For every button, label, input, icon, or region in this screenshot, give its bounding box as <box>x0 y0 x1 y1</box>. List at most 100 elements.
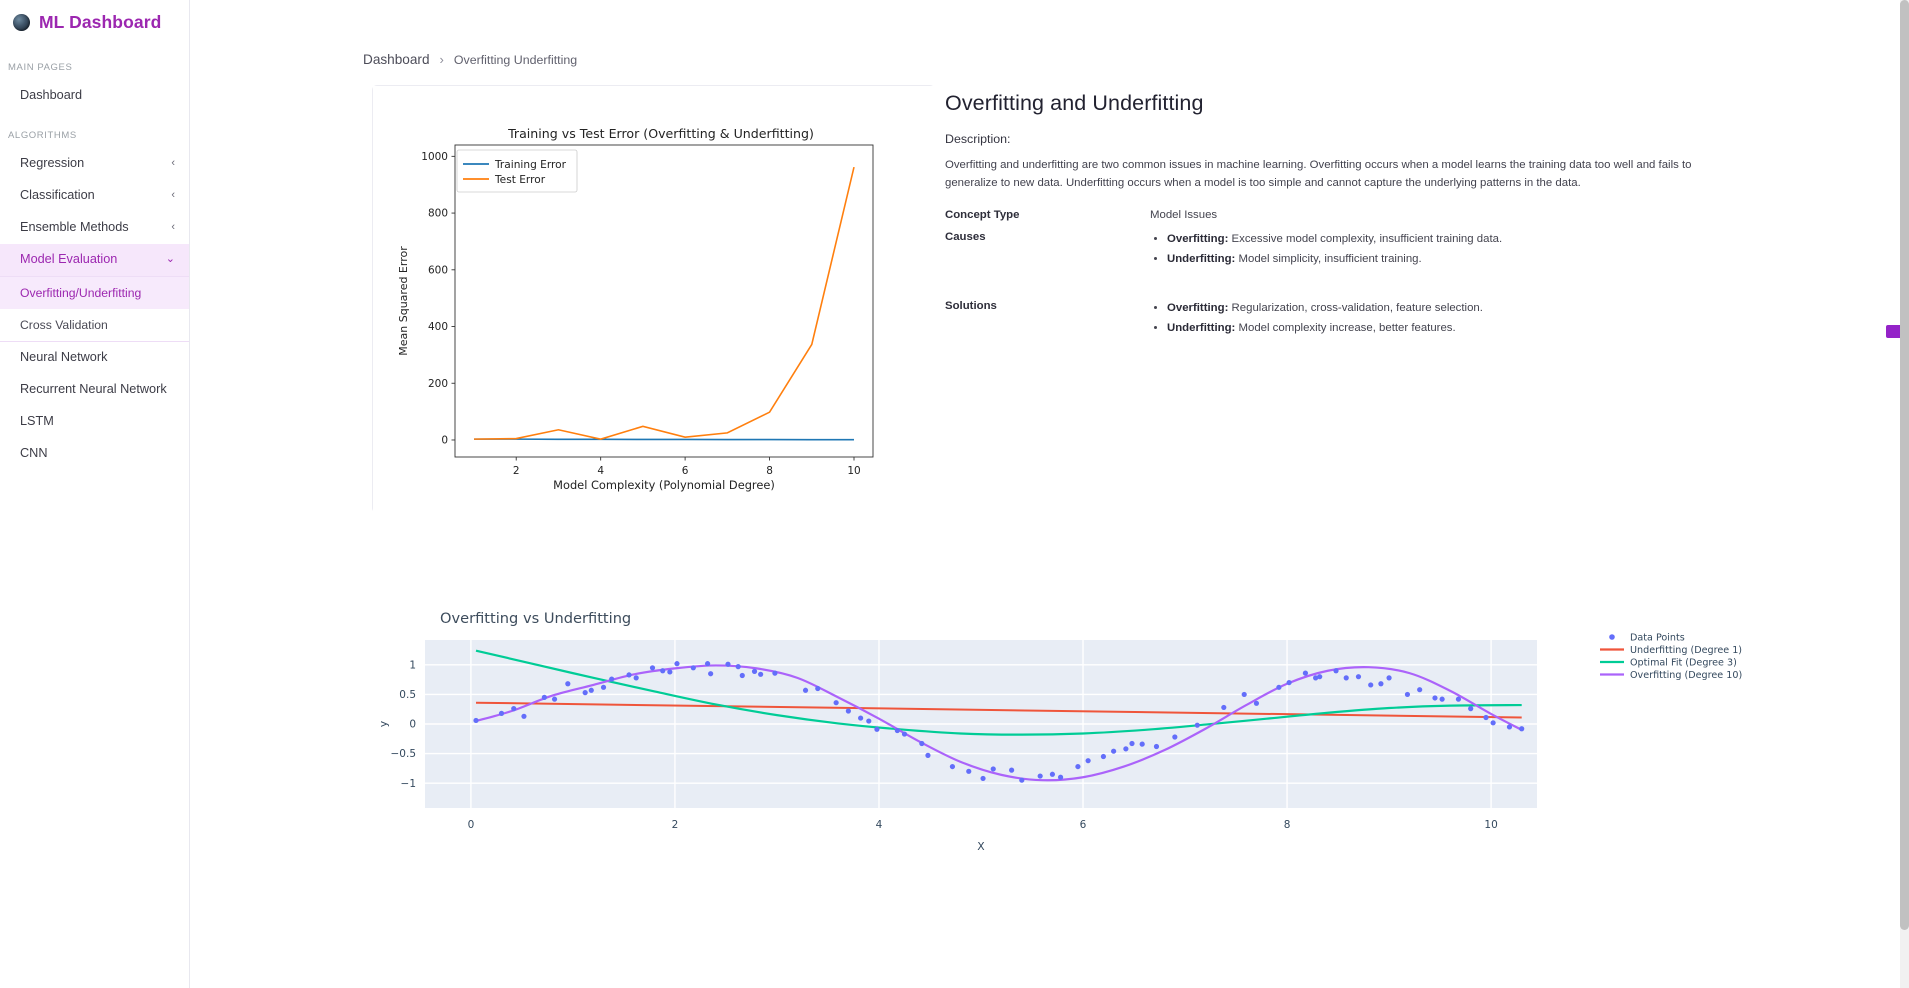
data-point <box>1037 773 1043 779</box>
data-point <box>1075 763 1081 770</box>
data-point <box>582 690 588 696</box>
data-point <box>1172 734 1178 740</box>
sidebar-item-model-evaluation[interactable]: Model Evaluation ⌄ <box>0 243 189 276</box>
data-point <box>600 684 607 690</box>
sidebar-item-overfitting-underfitting[interactable]: Overfitting/Underfitting <box>0 276 189 309</box>
x-tick-label: 6 <box>1080 819 1087 831</box>
data-point <box>1468 706 1474 712</box>
sidebar-item-dashboard[interactable]: Dashboard <box>0 80 189 112</box>
data-point <box>802 687 809 693</box>
sidebar-item-neural-network[interactable]: Neural Network <box>0 342 189 374</box>
list-item: Underfitting: Model simplicity, insuffic… <box>1167 251 1725 268</box>
data-point <box>1221 704 1227 711</box>
nav-section-main: MAIN PAGES Dashboard <box>0 44 189 112</box>
overfitting-vs-underfitting-chart[interactable]: −1 −0.5 0 0.5 1 0 2 4 6 8 10 X y Data Points Under… <box>372 630 1909 940</box>
sidebar-item-label: Neural Network <box>20 349 108 364</box>
data-point <box>1355 674 1362 680</box>
data-point <box>751 668 758 674</box>
data-point <box>541 694 547 700</box>
breadcrumb-root[interactable]: Dashboard <box>363 52 430 67</box>
sidebar-item-label: Recurrent Neural Network <box>20 381 167 396</box>
y-tick-label: 0 <box>441 435 448 447</box>
sidebar-item-regression[interactable]: Regression ‹ <box>0 148 189 180</box>
y-tick-label: −1 <box>401 778 416 790</box>
list-item: Overfitting: Excessive model complexity,… <box>1167 231 1725 248</box>
data-point <box>1276 684 1282 690</box>
data-point <box>704 661 711 667</box>
table-row: Solutions Overfitting: Regularization, cr… <box>945 300 1725 351</box>
data-point <box>1009 767 1015 773</box>
table-row: Causes Overfitting: Excessive model compl… <box>945 231 1725 282</box>
sidebar-item-ensemble-methods[interactable]: Ensemble Methods ‹ <box>0 212 189 244</box>
nav-section-label-algorithms: ALGORITHMS <box>8 129 77 141</box>
data-point <box>1139 741 1145 747</box>
y-tick-label: 400 <box>428 321 448 333</box>
sidebar-item-lstm[interactable]: LSTM <box>0 406 189 438</box>
content-row: Training vs Test Error (Overfitting & Un… <box>190 67 1909 514</box>
y-tick-label: 600 <box>428 264 448 276</box>
description-label: Description: <box>945 132 1011 146</box>
data-point <box>1455 696 1462 702</box>
data-point <box>1123 746 1129 752</box>
sidebar-item-label: CNN <box>20 445 48 460</box>
data-point <box>1019 777 1025 783</box>
legend-label[interactable]: Data Points <box>1630 632 1685 643</box>
data-point <box>1302 670 1309 676</box>
detail-value: Overfitting: Excessive model complexity,… <box>1150 231 1725 282</box>
y-tick-label: 200 <box>428 378 448 390</box>
data-point <box>588 687 594 693</box>
concept-info-panel: Overfitting and Underfitting Description… <box>935 85 1725 351</box>
data-point <box>1111 748 1117 754</box>
data-point <box>498 710 505 716</box>
data-point <box>874 726 880 732</box>
sidebar-item-recurrent-neural-network[interactable]: Recurrent Neural Network <box>0 374 189 406</box>
scrollbar-thumb[interactable] <box>1900 0 1909 930</box>
vertical-scrollbar[interactable] <box>1900 0 1909 988</box>
data-point <box>1490 720 1496 726</box>
sidebar-item-classification[interactable]: Classification ‹ <box>0 180 189 212</box>
data-point <box>1100 753 1107 760</box>
nav-group-lstm: LSTM <box>0 406 189 438</box>
nav-section-label-main: MAIN PAGES <box>8 62 73 73</box>
data-point <box>845 708 851 714</box>
sidebar-item-label: Regression <box>20 155 85 170</box>
legend-label[interactable]: Underfitting (Degree 1) <box>1630 645 1742 656</box>
detail-value: Model Issues <box>1150 208 1218 221</box>
data-point <box>1049 771 1056 777</box>
breadcrumb: Dashboard › Overfitting Underfitting <box>190 0 1909 67</box>
brand[interactable]: ML Dashboard <box>0 0 189 44</box>
nav-group-regression: Regression ‹ <box>0 148 189 180</box>
data-point <box>833 700 839 706</box>
page-title: Overfitting and Underfitting <box>945 91 1204 115</box>
overfitting-vs-underfitting-card: Overfitting vs Underfitting −1 −0.5 0 0.5 1 … <box>372 610 1909 940</box>
concept-details-table: Concept Type Model Issues Causes Overfittin… <box>945 209 1725 351</box>
data-point <box>758 671 764 677</box>
plotly-chart-title: Overfitting vs Underfitting <box>440 610 632 627</box>
sidebar-item-label: LSTM <box>20 413 54 428</box>
y-tick-label: 0.5 <box>399 689 416 701</box>
x-tick-label: 4 <box>876 819 883 831</box>
x-tick-label: 2 <box>513 465 520 477</box>
data-point <box>1333 668 1339 674</box>
data-point <box>901 731 908 737</box>
legend-label[interactable]: Optimal Fit (Degree 3) <box>1630 657 1737 668</box>
data-point <box>473 717 479 724</box>
data-point <box>1343 675 1349 681</box>
data-point <box>1317 674 1323 680</box>
table-row: Concept Type Model Issues <box>945 209 1725 231</box>
x-tick-label: 8 <box>1284 819 1291 831</box>
breadcrumb-current: Overfitting Underfitting <box>453 52 578 67</box>
data-point <box>949 763 956 770</box>
data-point <box>1506 724 1513 730</box>
sidebar-item-cross-validation[interactable]: Cross Validation <box>0 309 189 341</box>
chart-legend: Training Error Test Error <box>456 149 578 193</box>
data-point <box>521 713 527 719</box>
x-axis-label: X <box>977 840 985 853</box>
sidebar-item-cnn[interactable]: CNN <box>0 438 189 470</box>
y-axis-label: Mean Squared Error <box>397 246 410 356</box>
detail-key: Concept Type <box>945 208 1020 221</box>
data-point <box>925 752 931 758</box>
legend-label[interactable]: Overfitting (Degree 10) <box>1630 670 1742 681</box>
y-tick-label: 1 <box>409 659 416 671</box>
nav-group-classification: Classification ‹ <box>0 180 189 212</box>
